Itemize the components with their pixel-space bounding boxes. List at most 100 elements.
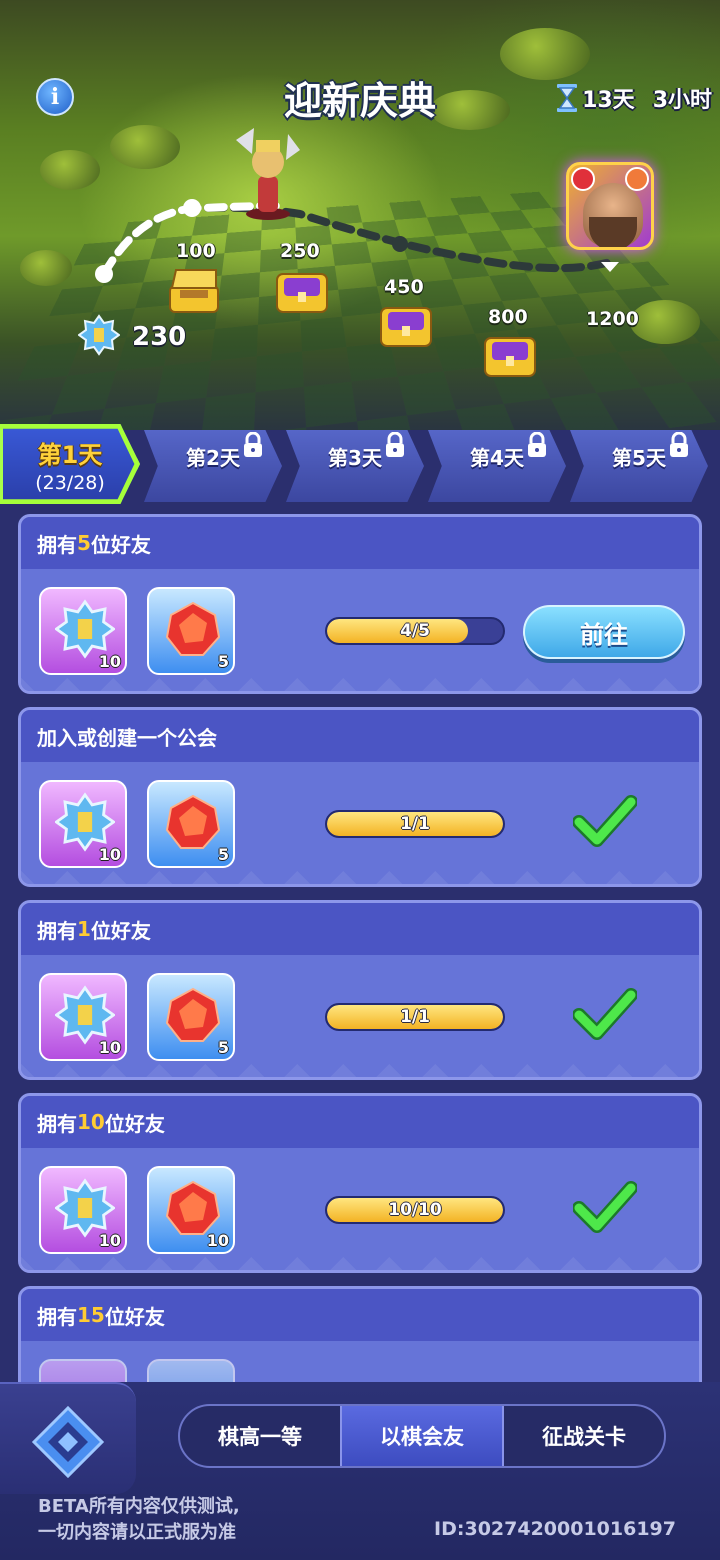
progress-text: 4/5 [400,621,430,641]
class-icon [625,167,649,191]
mode-tabs: 棋高一等 以棋会友 征战关卡 [178,1404,666,1468]
progress-text: 10/10 [388,1200,442,1220]
reward-count: 5 [217,845,229,864]
tab-label: 第3天 [328,445,382,470]
sword-icon [571,167,595,191]
event-board: 100 250 450 800 1200 230 i 迎新庆典 13天 3小时 [0,0,720,430]
task-title-number: 5 [77,531,91,555]
task-title-text: 位好友 [90,918,151,943]
task-list[interactable]: 拥有 5 位好友 10 5 4/5 前往 加入或创建一个公会 10 5 1/1 … [0,510,720,1390]
task-card: 拥有 10 位好友 10 10 10/10 [18,1093,702,1273]
tab-day-4[interactable]: 第4天 [428,430,566,502]
event-points-icon [55,985,115,1045]
reward-count: 5 [217,652,229,671]
progress-text: 1/1 [400,1007,430,1027]
reward-count: 10 [206,1231,229,1250]
king-piece-icon [236,128,300,220]
beta-notice: BETA所有内容仅供测试, 一切内容请以正式服为准 [38,1494,240,1546]
task-title: 拥有 15 位好友 [21,1289,699,1341]
tab-label: 第1天 [37,440,103,469]
reward-count: 10 [98,1038,121,1057]
lock-icon [670,432,688,457]
lock-icon [244,432,262,457]
task-title-text: 位好友 [104,1111,165,1136]
progress-text: 1/1 [400,814,430,834]
task-progress-bar: 10/10 [325,1196,505,1224]
task-title-number: 10 [77,1110,105,1134]
event-points-value: 230 [132,322,187,352]
reward-event-points[interactable]: 10 [39,587,127,675]
hero-portrait-reward[interactable] [566,162,654,250]
red-gem-icon [165,987,221,1042]
task-title: 拥有 1 位好友 [21,903,699,955]
milestone-label: 1200 [586,308,639,330]
task-progress-bar: 1/1 [325,1003,505,1031]
reward-gem[interactable]: 5 [147,780,235,868]
task-title-text: 拥有 [37,532,77,557]
task-title-text: 拥有 [37,918,77,943]
red-gem-icon [165,794,221,849]
tab-day-2[interactable]: 第2天 [144,430,282,502]
check-icon [573,1181,637,1233]
game-logo-icon [31,1405,105,1479]
task-title-number: 15 [77,1303,105,1327]
tab-progress: (23/28) [35,471,105,494]
timer-days: 13天 [582,88,635,113]
reward-event-points[interactable]: 10 [39,780,127,868]
lock-icon [528,432,546,457]
reward-count: 5 [217,1038,229,1057]
chest-icon [484,337,536,377]
task-card: 拥有 15 位好友 [18,1286,702,1390]
pointer-arrow-icon [601,262,619,272]
task-title: 加入或创建一个公会 [21,710,699,762]
task-title-text: 加入或创建一个公会 [37,725,217,750]
task-title: 拥有 10 位好友 [21,1096,699,1148]
reward-count: 10 [98,1231,121,1250]
tab-campaign[interactable]: 征战关卡 [504,1406,664,1466]
event-points-icon [55,599,115,659]
check-icon [573,795,637,847]
hourglass-icon [557,84,578,112]
task-progress-bar: 1/1 [325,810,505,838]
tab-day-1[interactable]: 第1天 (23/28) [0,424,140,504]
event-timer: 13天 3小时 [556,82,712,114]
reward-gem[interactable]: 10 [147,1166,235,1254]
milestone-label: 100 [176,240,216,262]
tab-label: 第4天 [470,445,524,470]
task-card: 拥有 1 位好友 10 5 1/1 [18,900,702,1080]
tab-day-3[interactable]: 第3天 [286,430,424,502]
red-gem-icon [165,601,221,656]
reward-count: 10 [98,845,121,864]
red-gem-icon [165,1180,221,1235]
task-card: 加入或创建一个公会 10 5 1/1 [18,707,702,887]
event-points-icon [55,1178,115,1238]
reward-event-points[interactable]: 10 [39,973,127,1061]
home-button[interactable] [0,1382,136,1494]
tab-social[interactable]: 以棋会友 [340,1406,504,1466]
lock-icon [386,432,404,457]
milestone-label: 450 [384,276,424,298]
reward-gem[interactable]: 5 [147,587,235,675]
task-title-number: 1 [77,917,91,941]
tab-label: 第2天 [186,445,240,470]
event-points-icon [78,314,120,356]
task-card: 拥有 5 位好友 10 5 4/5 前往 [18,514,702,694]
player-id: ID:3027420001016197 [434,1518,676,1540]
tab-day-5[interactable]: 第5天 [570,430,708,502]
task-title-text: 位好友 [90,532,151,557]
task-title-text: 拥有 [37,1111,77,1136]
reward-event-points[interactable]: 10 [39,1166,127,1254]
go-button[interactable]: 前往 [523,605,685,659]
check-icon [573,988,637,1040]
timer-hours: 3小时 [652,88,712,113]
task-progress-bar: 4/5 [325,617,505,645]
reward-gem[interactable]: 5 [147,973,235,1061]
task-title-text: 位好友 [104,1304,165,1329]
tab-ranked[interactable]: 棋高一等 [180,1406,340,1466]
event-points-icon [55,792,115,852]
chest-icon-open [169,269,219,313]
tab-label: 第5天 [612,445,666,470]
day-tabs: 第2天 第3天 第4天 第5天 第1天 (23/28) [0,420,720,510]
task-title: 拥有 5 位好友 [21,517,699,569]
beta-notice-line: BETA所有内容仅供测试, [38,1496,240,1517]
